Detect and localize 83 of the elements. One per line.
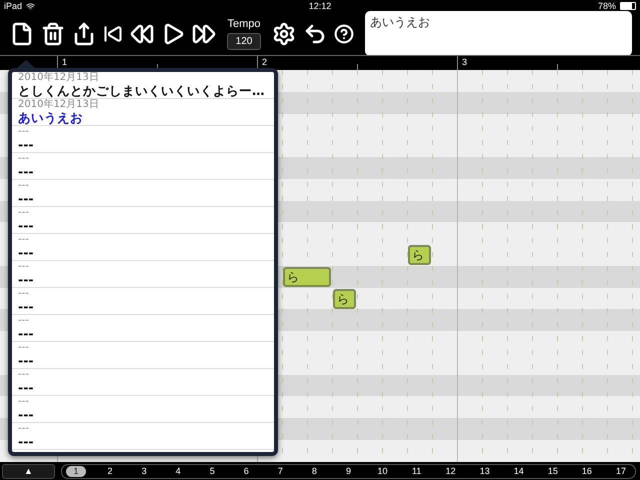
song-list-item[interactable]: 2010年12月13日 あいうえお [12,99,274,126]
song-list-item[interactable]: --- --- [12,315,274,342]
song-title: あいうえお [18,110,84,125]
page-number[interactable]: 9 [338,466,358,476]
page-number[interactable]: 2 [100,466,120,476]
new-document-button[interactable] [10,22,34,46]
lyrics-field[interactable]: あいうえお [365,11,632,56]
song-title: --- [18,326,35,341]
page-number[interactable]: 11 [406,466,427,476]
song-title: --- [18,353,35,368]
page-number[interactable]: 12 [440,466,461,476]
settings-button[interactable] [272,22,296,46]
device-name: iPad [4,1,22,11]
battery-percent: 78% [598,1,616,11]
song-date: --- [18,180,30,191]
wifi-icon [26,2,36,10]
song-date: --- [18,207,30,218]
measure-number: 3 [462,57,468,67]
clock: 12:12 [308,1,332,11]
note-block[interactable]: ら [408,245,431,265]
song-date: --- [18,126,30,137]
song-title: --- [18,245,35,260]
measure-number: 1 [62,57,68,67]
page-number[interactable]: 3 [134,466,154,476]
song-title: --- [18,218,35,233]
song-list-item[interactable]: --- --- [12,180,274,207]
page-number[interactable]: 17 [611,466,631,476]
song-date: --- [18,342,30,353]
panel-toggle-button[interactable]: ▲ [2,464,55,478]
song-list-item[interactable]: --- --- [12,261,274,288]
help-button[interactable] [334,24,354,44]
page-number[interactable]: 8 [304,466,324,476]
tempo-label: Tempo [227,18,261,30]
share-button[interactable] [72,22,96,46]
song-list-item[interactable]: --- --- [12,153,274,180]
song-date: --- [18,396,30,407]
page-number[interactable]: 14 [508,466,529,476]
song-date: --- [18,288,30,299]
song-title: --- [18,137,35,152]
fast-forward-button[interactable] [192,22,216,46]
song-title: としくんとかごしまいくいくいくよらー… [18,83,266,98]
song-date: --- [18,423,30,434]
note-block[interactable]: ら [283,267,331,287]
page-number[interactable]: 5 [202,466,222,476]
song-date: --- [18,369,30,380]
trash-button[interactable] [41,22,65,46]
page-number[interactable]: 10 [372,466,393,476]
song-title: --- [18,164,35,179]
song-list-item[interactable]: --- --- [12,234,274,261]
song-title: --- [18,272,35,287]
song-list-item[interactable]: --- --- [12,207,274,234]
undo-button[interactable] [303,22,327,46]
song-list-item[interactable]: --- --- [12,396,274,423]
song-list-item[interactable]: --- --- [12,423,274,450]
measure-number: 2 [262,57,268,67]
song-title: --- [18,299,35,314]
song-date: 2010年12月13日 [18,99,100,110]
tempo-field[interactable]: 120 [227,32,261,50]
battery-icon [620,2,636,10]
song-date: --- [18,234,30,245]
song-title: --- [18,407,35,422]
page-number[interactable]: 4 [168,466,188,476]
song-list-item[interactable]: --- --- [12,369,274,396]
page-number[interactable]: 16 [576,466,597,476]
page-number[interactable]: 1 [66,466,86,476]
note-block[interactable]: ら [333,288,356,309]
song-list-item[interactable]: --- --- [12,342,274,369]
song-date: --- [18,261,30,272]
page-number[interactable]: 13 [474,466,495,476]
song-list-item[interactable]: --- --- [12,126,274,153]
song-title: --- [18,380,35,395]
page-number[interactable]: 15 [542,466,563,476]
song-date: --- [18,315,30,326]
rewind-button[interactable] [130,22,154,46]
song-list-item[interactable]: --- --- [12,288,274,315]
song-title: --- [18,434,35,449]
song-date: --- [18,153,30,164]
song-list-item[interactable]: 2010年12月13日 としくんとかごしまいくいくいくよらー… [12,72,274,99]
song-title: --- [18,191,35,206]
song-date: 2010年12月13日 [18,72,100,83]
skip-back-button[interactable] [103,24,123,44]
page-number[interactable]: 7 [270,466,290,476]
page-number[interactable]: 6 [236,466,256,476]
